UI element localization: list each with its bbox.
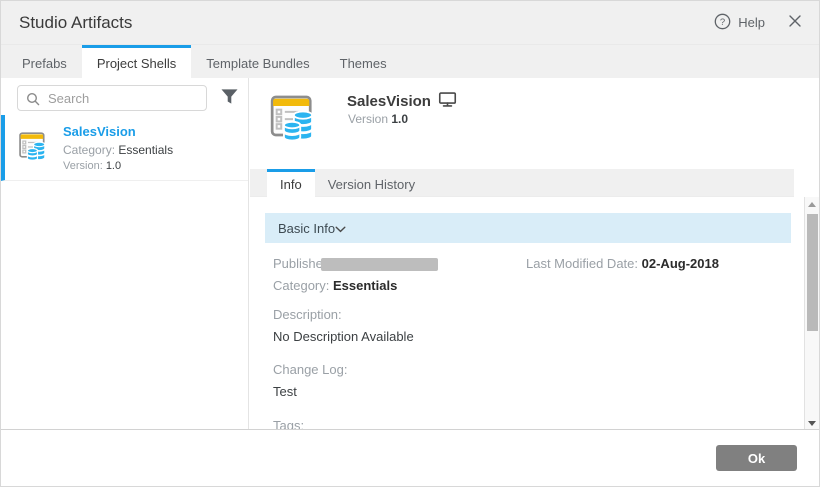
vertical-scrollbar[interactable]	[804, 197, 819, 431]
svg-text:?: ?	[720, 17, 725, 28]
detail-title-row: SalesVision	[347, 91, 457, 112]
list-item-category: Category: Essentials	[63, 143, 173, 157]
list-item-text: SalesVision Category: Essentials Version…	[63, 124, 173, 172]
changelog-label: Change Log:	[273, 362, 347, 377]
last-modified-row: Last Modified Date: 02-Aug-2018	[526, 256, 719, 271]
tab-template-bundles[interactable]: Template Bundles	[191, 45, 324, 78]
search-box	[17, 85, 207, 111]
close-button[interactable]	[789, 14, 801, 32]
search-input[interactable]	[18, 86, 206, 110]
tab-version-history[interactable]: Version History	[315, 169, 428, 196]
changelog-value: Test	[273, 384, 297, 399]
detail-artifact-icon	[264, 87, 322, 150]
category-row: Category: Essentials	[273, 278, 397, 293]
tab-themes[interactable]: Themes	[325, 45, 402, 78]
tab-project-shells[interactable]: Project Shells	[82, 45, 191, 78]
main-tab-bar: Prefabs Project Shells Template Bundles …	[1, 45, 819, 78]
detail-version: Version 1.0	[348, 112, 408, 126]
scroll-up-icon[interactable]	[808, 202, 816, 207]
monitor-icon	[438, 91, 457, 112]
header-actions: ? Help	[714, 13, 801, 33]
page-title: Studio Artifacts	[19, 13, 132, 33]
list-item-salesvision[interactable]: SalesVision Category: Essentials Version…	[1, 115, 248, 181]
dialog-footer: Ok	[1, 429, 819, 486]
filter-button[interactable]	[216, 87, 242, 111]
list-item-title: SalesVision	[63, 124, 173, 139]
project-shell-artifact-icon	[15, 127, 51, 168]
chevron-down-icon	[335, 221, 346, 236]
tab-info[interactable]: Info	[267, 169, 315, 197]
description-value: No Description Available	[273, 329, 414, 344]
info-panel: Basic Info Publisher: Last Modified Date…	[250, 197, 801, 431]
description-label: Description:	[273, 307, 342, 322]
help-icon: ?	[714, 13, 731, 33]
studio-artifacts-dialog: Studio Artifacts ? Help	[0, 0, 820, 487]
ok-button[interactable]: Ok	[716, 445, 797, 471]
list-item-version: Version: 1.0	[63, 160, 173, 172]
detail-tab-bar: Info Version History	[250, 169, 794, 197]
filter-funnel-icon	[220, 88, 239, 110]
category-value: Essentials	[333, 278, 397, 293]
detail-title: SalesVision	[347, 93, 431, 110]
help-label: Help	[738, 15, 765, 30]
scrollbar-thumb[interactable]	[807, 214, 818, 331]
close-icon	[789, 14, 801, 32]
artifact-list-sidebar: SalesVision Category: Essentials Version…	[1, 78, 249, 429]
dialog-header: Studio Artifacts ? Help	[1, 1, 819, 45]
last-modified-label: Last Modified Date:	[526, 256, 638, 271]
basic-info-title: Basic Info	[278, 221, 335, 236]
publisher-redacted-value	[321, 258, 438, 271]
scroll-down-icon[interactable]	[808, 421, 816, 426]
last-modified-value: 02-Aug-2018	[642, 256, 719, 271]
basic-info-section-header[interactable]: Basic Info	[265, 213, 791, 243]
tab-prefabs[interactable]: Prefabs	[7, 45, 82, 78]
help-button[interactable]: ? Help	[714, 13, 765, 33]
category-label: Category:	[273, 278, 329, 293]
